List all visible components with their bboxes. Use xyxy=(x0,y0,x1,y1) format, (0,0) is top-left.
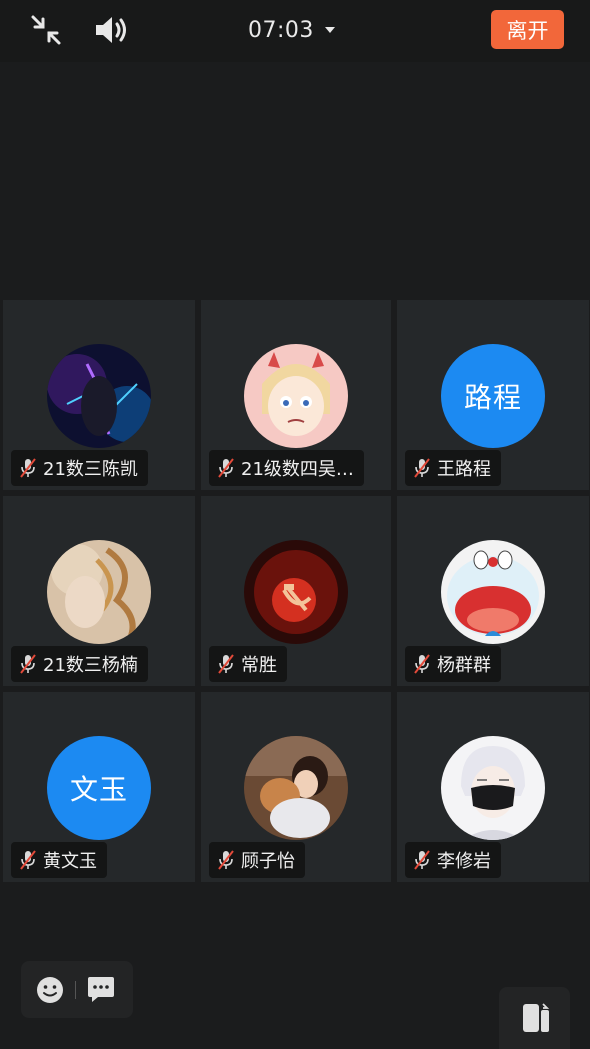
switch-device-icon[interactable] xyxy=(499,987,570,1049)
participant-name: 杨群群 xyxy=(437,655,491,676)
divider xyxy=(75,980,76,999)
participant-name: 顾子怡 xyxy=(241,851,295,872)
avatar xyxy=(244,540,348,644)
call-timer[interactable]: 07:03 xyxy=(248,14,336,46)
name-tag: 21级数四吴… xyxy=(209,450,364,486)
avatar xyxy=(244,736,348,840)
participant-name: 21级数四吴… xyxy=(241,459,354,480)
avatar xyxy=(441,736,545,840)
participant-tile[interactable]: 常胜 xyxy=(201,496,391,686)
participant-tile[interactable]: 21数三陈凯 xyxy=(3,300,195,490)
leave-button[interactable]: 离开 xyxy=(491,10,564,49)
emoji-icon[interactable] xyxy=(35,975,65,1005)
speaker-icon[interactable] xyxy=(90,10,134,50)
participant-tile[interactable]: 李修岩 xyxy=(397,692,589,882)
mic-muted-icon xyxy=(414,850,430,870)
participant-tile[interactable]: 杨群群 xyxy=(397,496,589,686)
mic-muted-icon xyxy=(20,458,36,478)
name-tag: 杨群群 xyxy=(405,646,501,682)
avatar: 文玉 xyxy=(47,736,151,840)
participant-tile[interactable]: 21级数四吴… xyxy=(201,300,391,490)
mic-muted-icon xyxy=(414,458,430,478)
participant-tile[interactable]: 文玉 黄文玉 xyxy=(3,692,195,882)
mic-muted-icon xyxy=(20,654,36,674)
participant-tile[interactable]: 21数三杨楠 xyxy=(3,496,195,686)
participant-name: 21数三杨楠 xyxy=(43,655,138,676)
name-tag: 黄文玉 xyxy=(11,842,107,878)
participant-tile[interactable]: 顾子怡 xyxy=(201,692,391,882)
participant-name: 黄文玉 xyxy=(43,851,97,872)
reaction-chat-bar xyxy=(21,961,133,1018)
participant-name: 21数三陈凯 xyxy=(43,459,138,480)
mic-muted-icon xyxy=(218,654,234,674)
avatar: 路程 xyxy=(441,344,545,448)
mic-muted-icon xyxy=(218,850,234,870)
name-tag: 21数三杨楠 xyxy=(11,646,148,682)
avatar xyxy=(47,540,151,644)
caret-down-icon xyxy=(324,27,335,33)
avatar xyxy=(47,344,151,448)
chat-icon[interactable] xyxy=(86,976,116,1004)
mic-muted-icon xyxy=(414,654,430,674)
name-tag: 常胜 xyxy=(209,646,287,682)
name-tag: 李修岩 xyxy=(405,842,501,878)
participant-grid: 21数三陈凯 21级数四吴… 路程 王路程 21数三杨楠 常胜 杨群群 文玉 黄… xyxy=(0,300,590,882)
avatar xyxy=(244,344,348,448)
timer-text: 07:03 xyxy=(248,17,314,43)
mic-muted-icon xyxy=(20,850,36,870)
collapse-arrows-icon[interactable] xyxy=(26,10,66,50)
participant-tile[interactable]: 路程 王路程 xyxy=(397,300,589,490)
name-tag: 21数三陈凯 xyxy=(11,450,148,486)
participant-name: 李修岩 xyxy=(437,851,491,872)
name-tag: 王路程 xyxy=(405,450,501,486)
avatar xyxy=(441,540,545,644)
mic-muted-icon xyxy=(218,458,234,478)
name-tag: 顾子怡 xyxy=(209,842,305,878)
top-bar: 07:03 离开 xyxy=(0,0,590,62)
participant-name: 常胜 xyxy=(241,655,277,676)
participant-name: 王路程 xyxy=(437,459,491,480)
